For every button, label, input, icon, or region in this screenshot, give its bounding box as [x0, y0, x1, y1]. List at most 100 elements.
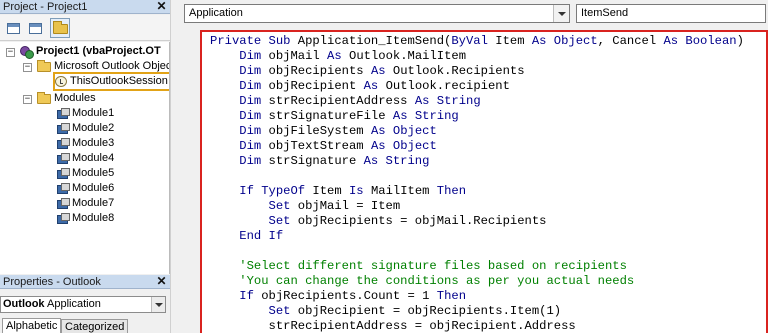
code-line[interactable]: 'Select different signature files based …	[210, 259, 744, 274]
code-token: objRecipient	[268, 79, 364, 93]
module-icon	[57, 198, 70, 209]
code-line[interactable]	[210, 169, 744, 184]
code-token: strRecipientAddress	[268, 94, 415, 108]
collapse-icon[interactable]: −	[23, 95, 32, 104]
code-keyword: As String	[392, 109, 459, 123]
code-token: objRecipients.Count = 1	[261, 289, 437, 303]
code-token: MailItem	[370, 184, 437, 198]
code-line[interactable]: If TypeOf Item Is MailItem Then	[210, 184, 744, 199]
code-keyword: As Object	[370, 139, 437, 153]
code-line[interactable]	[210, 244, 744, 259]
code-line[interactable]: Set objRecipient = objRecipients.Item(1)	[210, 304, 744, 319]
tree-node-module[interactable]: Module6	[57, 181, 114, 196]
procedure-dropdown-value: ItemSend	[581, 7, 629, 19]
code-line[interactable]: Dim objMail As Outlook.MailItem	[210, 49, 744, 64]
project-pane-titlebar: Project - Project1 ✕	[0, 0, 170, 14]
module-icon	[57, 123, 70, 134]
code-line[interactable]: strRecipientAddress = objRecipient.Addre…	[210, 319, 744, 333]
code-token: objRecipients = objMail.Recipients	[297, 214, 547, 228]
tree-node-this-outlook-session[interactable]: ThisOutlookSession	[53, 72, 169, 91]
object-dropdown-value: Application	[189, 7, 243, 19]
view-code-button[interactable]	[3, 18, 23, 38]
code-token: objFileSystem	[268, 124, 371, 138]
code-line[interactable]: Dim objFileSystem As Object	[210, 124, 744, 139]
view-object-button[interactable]	[25, 18, 45, 38]
code-line[interactable]: Dim objTextStream As Object	[210, 139, 744, 154]
properties-object-name: Outlook	[3, 298, 45, 310]
code-line[interactable]: Dim strRecipientAddress As String	[210, 94, 744, 109]
tree-node-project[interactable]: Project1 (vbaProject.OT	[19, 44, 161, 59]
code-line[interactable]: Private Sub Application_ItemSend(ByVal I…	[210, 34, 744, 49]
code-line[interactable]: Set objMail = Item	[210, 199, 744, 214]
project-toolbar	[0, 15, 170, 41]
collapse-icon[interactable]: −	[6, 48, 15, 57]
code-keyword: Is	[348, 184, 371, 198]
collapse-icon[interactable]: −	[23, 63, 32, 72]
code-line[interactable]: Dim objRecipients As Outlook.Recipients	[210, 64, 744, 79]
code-keyword: As Boolean	[663, 34, 737, 48]
code-keyword: If	[239, 289, 262, 303]
tree-node-module[interactable]: Module5	[57, 166, 114, 181]
folder-icon	[37, 60, 51, 72]
module-icon	[57, 108, 70, 119]
properties-tabs: Alphabetic Categorized	[0, 318, 170, 333]
tree-node-module[interactable]: Module1	[57, 106, 114, 121]
tree-node-module[interactable]: Module4	[57, 151, 114, 166]
object-dropdown[interactable]: Application	[184, 4, 570, 23]
code-token: objMail = Item	[297, 199, 401, 213]
module-icon	[57, 183, 70, 194]
code-line[interactable]: Dim strSignature As String	[210, 154, 744, 169]
code-line[interactable]: Dim strSignatureFile As String	[210, 109, 744, 124]
code-keyword: Dim	[239, 79, 269, 93]
module-icon	[57, 138, 70, 149]
code-line[interactable]: 'You can change the conditions as per yo…	[210, 274, 744, 289]
properties-pane-title: Properties - Outlook	[3, 276, 101, 288]
properties-object-select[interactable]: Outlook Application	[0, 296, 166, 313]
code-token: Application_ItemSend(	[297, 34, 452, 48]
code-line[interactable]: Set objRecipients = objMail.Recipients	[210, 214, 744, 229]
chevron-down-icon[interactable]	[151, 297, 165, 312]
project-pane-title: Project - Project1	[3, 1, 88, 13]
tab-alphabetic[interactable]: Alphabetic	[2, 318, 62, 333]
code-comment: 'You can change the conditions as per yo…	[239, 274, 635, 288]
code-line[interactable]: End If	[210, 229, 744, 244]
code-line[interactable]: If objRecipients.Count = 1 Then	[210, 289, 744, 304]
module-icon	[57, 153, 70, 164]
pane-splitter[interactable]	[170, 0, 178, 333]
project-tree: − Project1 (vbaProject.OT − Microsoft Ou…	[0, 42, 170, 274]
vba-project-icon	[19, 45, 34, 59]
close-icon[interactable]: ✕	[155, 0, 168, 13]
tree-node-module[interactable]: Module7	[57, 196, 114, 211]
tree-node-module[interactable]: Module2	[57, 121, 114, 136]
toggle-folders-button[interactable]	[50, 18, 70, 38]
code-token: Item	[312, 184, 349, 198]
code-token: strSignature	[268, 154, 364, 168]
code-text[interactable]: Private Sub Application_ItemSend(ByVal I…	[210, 34, 744, 333]
tree-node-module[interactable]: Module8	[57, 211, 114, 226]
code-keyword: Then	[436, 184, 467, 198]
close-icon[interactable]: ✕	[155, 275, 168, 288]
code-comment: 'Select different signature files based …	[239, 259, 627, 273]
code-keyword: As Object	[531, 34, 598, 48]
code-keyword: Dim	[239, 109, 269, 123]
code-keyword: Dim	[239, 139, 269, 153]
code-line[interactable]: Dim objRecipient As Outlook.recipient	[210, 79, 744, 94]
tab-categorized[interactable]: Categorized	[61, 319, 129, 333]
tree-node-modules[interactable]: Modules	[37, 91, 96, 106]
code-token: objTextStream	[268, 139, 371, 153]
properties-object-type: Application	[47, 298, 101, 310]
chevron-down-icon[interactable]	[553, 5, 569, 22]
code-keyword: If TypeOf	[239, 184, 313, 198]
tree-node-module[interactable]: Module3	[57, 136, 114, 151]
procedure-dropdown[interactable]: ItemSend	[576, 4, 766, 23]
code-keyword: As	[327, 49, 349, 63]
code-token: Item	[495, 34, 532, 48]
code-editor[interactable]: Private Sub Application_ItemSend(ByVal I…	[200, 30, 768, 333]
code-token: Outlook.MailItem	[349, 49, 467, 63]
